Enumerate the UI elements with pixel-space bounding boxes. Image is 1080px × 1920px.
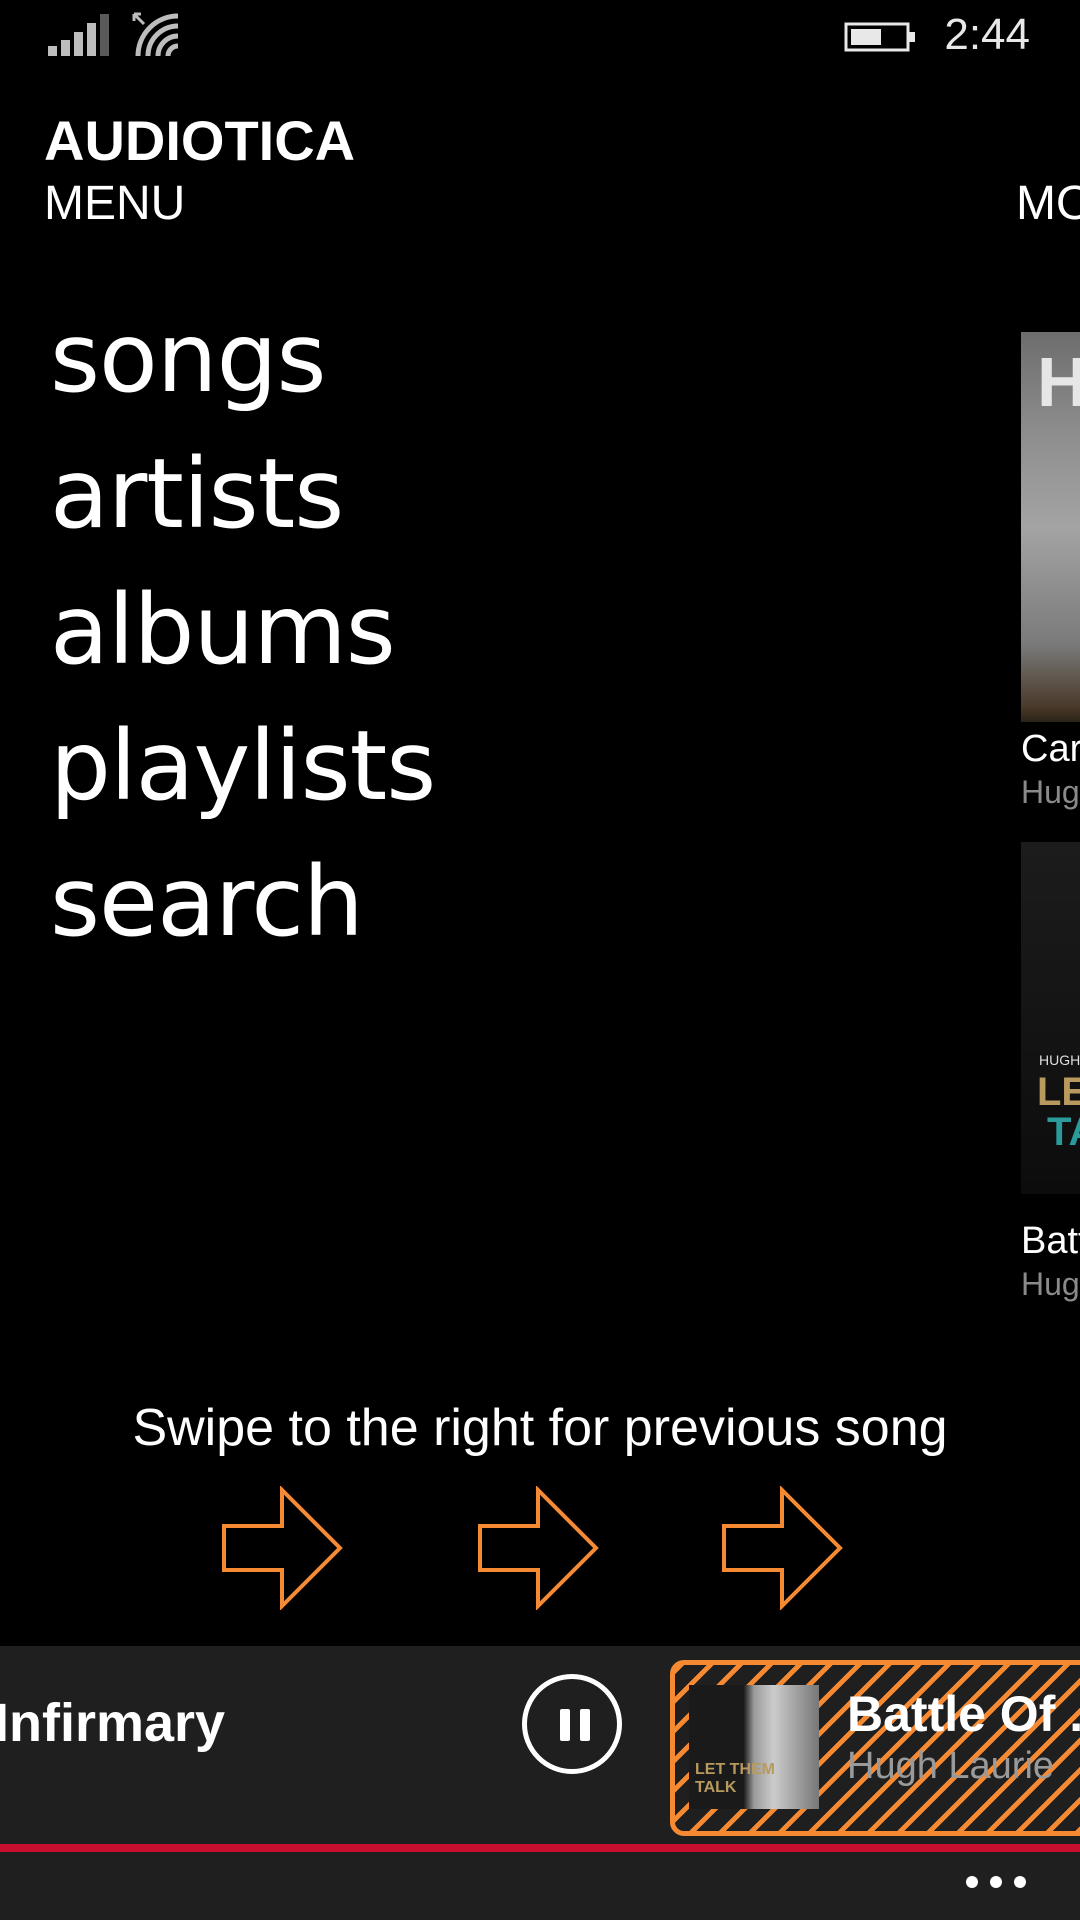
peek-album-art-2-line1: LET	[1037, 1070, 1080, 1114]
peek-album-art-2-small: HUGH	[1039, 1052, 1080, 1068]
menu-item-search[interactable]: search	[50, 834, 435, 970]
peek-album-art-1-text: HU	[1037, 343, 1080, 421]
app-bar	[0, 1852, 1080, 1920]
battery-icon	[844, 22, 915, 52]
app-screen: 2:44 AUDIOTICA MENU MO songs artists alb…	[0, 0, 1080, 1920]
more-ellipsis-icon[interactable]	[966, 1876, 1026, 1890]
next-track-card[interactable]: LET THEM TALK Battle Of . Hugh Laurie	[670, 1660, 1080, 1836]
arrow-right-icon	[478, 1486, 599, 1610]
next-track-art-text: LET THEM TALK	[695, 1761, 775, 1796]
pivot-header-menu[interactable]: MENU	[44, 176, 185, 231]
menu-item-albums[interactable]: albums	[50, 562, 435, 698]
pause-icon	[580, 1709, 590, 1741]
peek-item-1-subtitle: Hug	[1021, 774, 1080, 810]
menu-item-artists[interactable]: artists	[50, 426, 435, 562]
playback-progress-line	[0, 1844, 1080, 1852]
menu-item-songs[interactable]: songs	[50, 290, 435, 426]
pause-button[interactable]	[522, 1674, 622, 1774]
menu-item-playlists[interactable]: playlists	[50, 698, 436, 834]
app-title: AUDIOTICA	[44, 109, 356, 172]
next-track-artist: Hugh Laurie	[847, 1745, 1055, 1787]
next-track-album-art: LET THEM TALK	[689, 1685, 819, 1809]
status-bar: 2:44	[0, 0, 1080, 72]
previous-track-title: Infirmary	[0, 1693, 226, 1753]
signal-strength-icon	[48, 14, 109, 56]
arrow-right-icon	[722, 1486, 843, 1610]
peek-item-1-title: Car	[1021, 728, 1080, 770]
arrow-right-icon	[222, 1486, 343, 1610]
wifi-icon	[132, 12, 179, 57]
now-playing-bar[interactable]: Infirmary LET THEM TALK Battle Of . Hugh…	[0, 1646, 1080, 1846]
next-track-title: Battle Of .	[847, 1686, 1080, 1742]
pivot-header-next[interactable]: MO	[1016, 176, 1080, 231]
peek-album-art-2[interactable]: HUGH LET TA	[1021, 842, 1080, 1194]
pause-icon	[560, 1709, 570, 1741]
peek-item-2-title: Batt	[1021, 1220, 1080, 1262]
peek-album-art-1[interactable]: HU	[1021, 332, 1080, 722]
peek-album-art-2-line2: TA	[1047, 1110, 1080, 1154]
main-menu: songs artists albums playlists search	[50, 290, 436, 970]
status-clock: 2:44	[944, 10, 1030, 59]
peek-item-2-subtitle: Hug	[1021, 1266, 1080, 1302]
swipe-hint-text: Swipe to the right for previous song	[132, 1399, 948, 1457]
